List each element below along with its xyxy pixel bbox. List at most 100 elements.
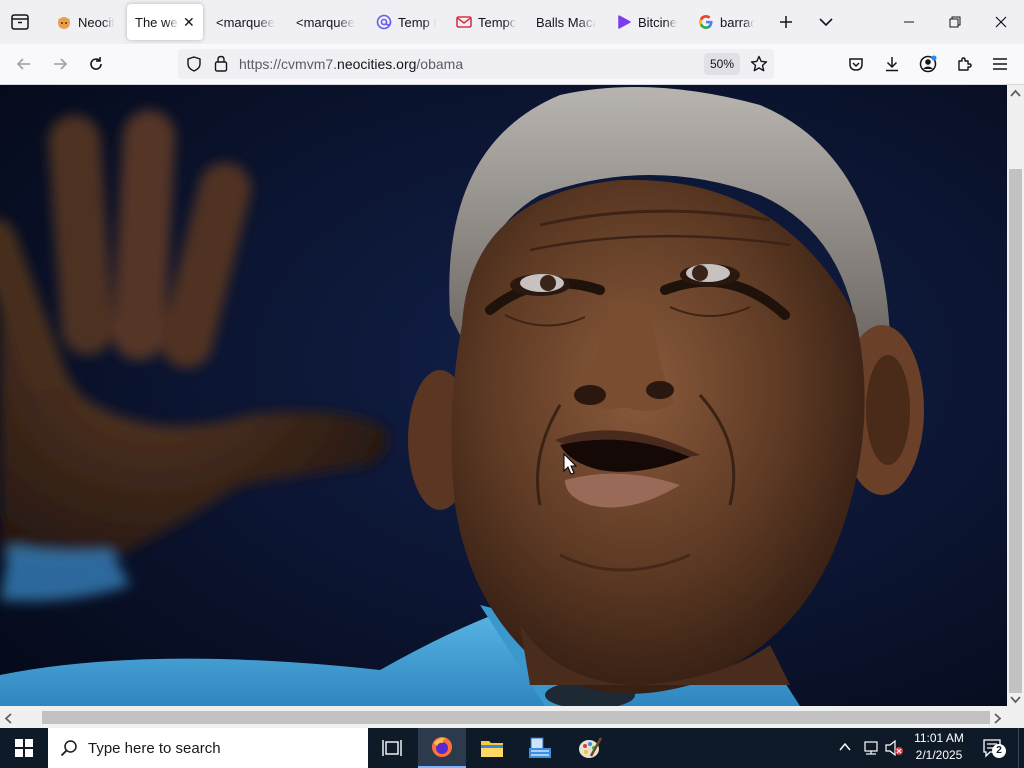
close-tab-icon[interactable]: ✕: [183, 14, 195, 31]
windows-logo-icon: [15, 739, 33, 757]
scroll-up-arrow-icon[interactable]: [1010, 89, 1021, 97]
forward-button[interactable]: [44, 48, 76, 80]
taskbar-file-explorer[interactable]: [468, 728, 516, 768]
start-button[interactable]: [0, 728, 48, 768]
plus-icon: [780, 16, 792, 28]
firefox-view-icon: [11, 14, 29, 30]
extensions-button[interactable]: [948, 48, 980, 80]
taskbar-app-window[interactable]: [516, 728, 564, 768]
close-window-button[interactable]: [978, 0, 1024, 44]
tab-temp-mail[interactable]: Temp M: [368, 4, 444, 40]
folder-icon: [481, 741, 503, 757]
taskbar-paint[interactable]: [566, 728, 614, 768]
url-text[interactable]: https://cvmvm7.neocities.org/obama: [239, 56, 463, 72]
pocket-icon: [849, 58, 863, 71]
tracking-protection-shield-icon[interactable]: [186, 56, 202, 77]
tab-barrack[interactable]: barrack: [690, 4, 762, 40]
app-menu-button[interactable]: [984, 48, 1016, 80]
tab-the-web[interactable]: The web ✕: [127, 4, 203, 40]
task-view-icon: [382, 740, 402, 756]
vertical-scroll-thumb[interactable]: [1009, 169, 1022, 693]
lock-icon[interactable]: [214, 55, 228, 77]
url-bar[interactable]: https://cvmvm7.neocities.org/obama 50%: [178, 49, 774, 79]
task-view-button[interactable]: [368, 728, 416, 768]
action-center-button[interactable]: 2: [982, 738, 1006, 763]
tab-balls-macar[interactable]: Balls Macar: [528, 4, 604, 40]
tab-marquee-1[interactable]: <marquee: [208, 4, 284, 40]
list-all-tabs-button[interactable]: [808, 4, 844, 40]
chevron-down-icon: [819, 18, 833, 27]
tab-label: <marquee: [216, 14, 275, 30]
minimize-icon: [904, 21, 914, 23]
taskbar-search-box[interactable]: Type here to search: [48, 728, 368, 768]
url-host-prefix: cvmvm7.: [281, 56, 338, 72]
page-content: [0, 85, 1007, 706]
scroll-right-arrow-icon[interactable]: [994, 713, 1002, 724]
tab-tempo[interactable]: Tempo: [448, 4, 524, 40]
tab-label: <marquee: [296, 14, 355, 30]
network-status-button[interactable]: [862, 740, 880, 761]
volume-button[interactable]: [884, 739, 904, 762]
show-desktop-button[interactable]: [1018, 728, 1024, 768]
reload-icon: [90, 57, 102, 70]
clock-time: 11:01 AM: [914, 731, 964, 745]
clock-date: 2/1/2025: [915, 748, 963, 762]
tab-bitcine[interactable]: Bitcine: [608, 4, 688, 40]
tab-label: Bitcine: [638, 14, 678, 30]
url-path: /obama: [416, 56, 464, 72]
download-icon: [886, 57, 898, 72]
navigation-toolbar: https://cvmvm7.neocities.org/obama 50%: [0, 44, 1024, 85]
show-hidden-icons-button[interactable]: [838, 740, 852, 759]
new-tab-button[interactable]: [768, 4, 804, 40]
hamburger-menu-icon: [993, 58, 1007, 70]
zoom-level-badge[interactable]: 50%: [704, 53, 741, 75]
chevron-up-icon: [839, 742, 851, 751]
pocket-button[interactable]: [840, 48, 872, 80]
windows-taskbar: Type here to search 11:01 AM 2/1/2025 2: [0, 728, 1024, 768]
back-button[interactable]: [8, 48, 40, 80]
firefox-icon: [432, 737, 452, 757]
mail-icon: [456, 14, 472, 30]
scroll-down-arrow-icon[interactable]: [1010, 696, 1021, 704]
arrow-right-icon: [54, 58, 68, 70]
scrollbar-corner: [1007, 706, 1024, 728]
at-sign-icon: [376, 14, 392, 30]
tab-label: barrack: [720, 14, 754, 30]
scroll-left-arrow-icon[interactable]: [4, 713, 12, 724]
downloads-button[interactable]: [876, 48, 908, 80]
tab-neocities[interactable]: Neocit: [48, 4, 122, 40]
bookmark-star-icon[interactable]: [750, 55, 768, 78]
tab-label: Neocit: [78, 14, 114, 30]
network-icon: [864, 741, 878, 755]
obama-closeup-photo: [0, 85, 1007, 706]
firefox-view-button[interactable]: [2, 4, 38, 40]
tab-strip: Neocit The web ✕ <marquee <marquee Temp …: [0, 0, 1024, 44]
arrow-left-icon: [16, 58, 30, 70]
restore-button[interactable]: [932, 0, 978, 44]
close-icon: [995, 16, 1007, 28]
tab-label: The web: [135, 14, 179, 30]
account-button[interactable]: [912, 48, 944, 80]
tab-label: Tempo: [478, 14, 516, 30]
puzzle-piece-icon: [958, 57, 972, 71]
computer-window-icon: [529, 737, 551, 758]
tab-label: Temp M: [398, 14, 436, 30]
url-scheme: https://: [239, 56, 282, 72]
play-icon: [616, 14, 632, 30]
reload-button[interactable]: [80, 48, 112, 80]
taskbar-firefox[interactable]: [418, 728, 466, 768]
horizontal-scrollbar[interactable]: [0, 706, 1007, 728]
search-icon: [60, 740, 77, 757]
minimize-button[interactable]: [886, 0, 932, 44]
notification-count-badge: 2: [992, 744, 1006, 758]
search-placeholder: Type here to search: [88, 739, 221, 757]
tab-marquee-2[interactable]: <marquee: [288, 4, 364, 40]
vertical-scrollbar[interactable]: [1007, 85, 1024, 706]
restore-icon: [949, 16, 961, 28]
account-icon: [919, 55, 937, 73]
google-icon: [698, 14, 714, 30]
paint-palette-icon: [579, 737, 603, 758]
horizontal-scroll-thumb[interactable]: [42, 711, 990, 724]
system-clock[interactable]: 11:01 AM 2/1/2025: [908, 730, 970, 764]
url-host: neocities.org: [337, 56, 417, 72]
